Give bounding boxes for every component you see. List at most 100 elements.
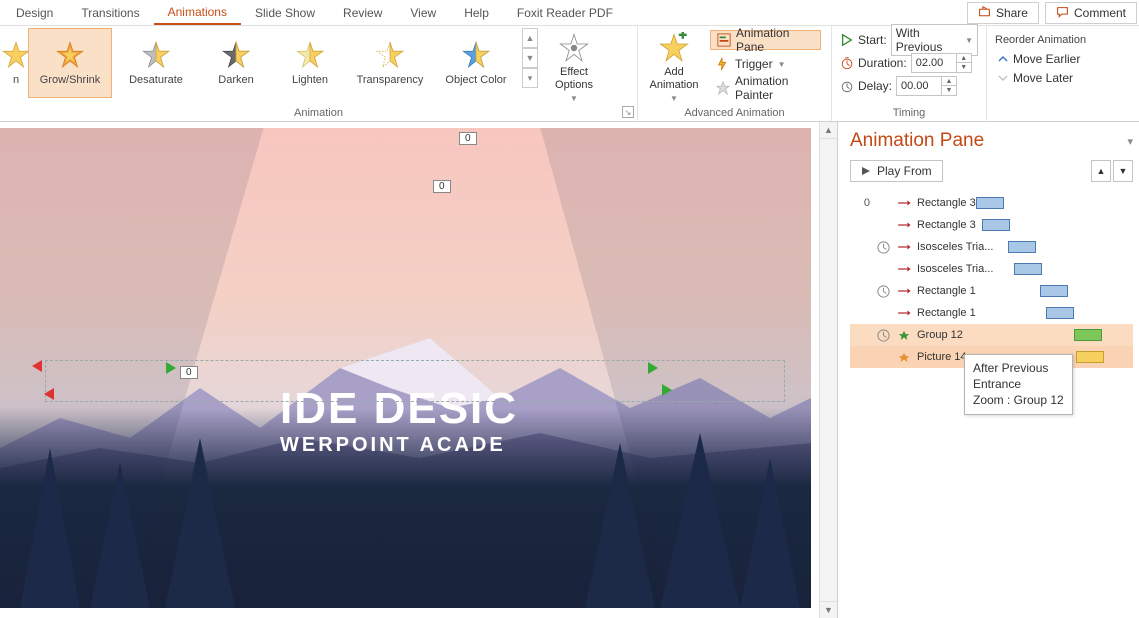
slide-canvas[interactable]: IDE DESIC WERPOINT ACADE 0 0 0: [0, 128, 811, 608]
animation-item[interactable]: Isosceles Tria...: [850, 236, 1133, 258]
animation-item-name: Group 12: [917, 329, 1003, 341]
start-label: Start:: [858, 33, 887, 47]
anim-tag-0b[interactable]: 0: [433, 180, 451, 193]
animation-pane-menu-icon[interactable]: ▾: [1127, 135, 1133, 148]
timeline-bar[interactable]: [1046, 307, 1074, 319]
painter-icon: [716, 81, 730, 95]
move-earlier-button[interactable]: Move Earlier: [995, 51, 1119, 67]
add-animation-button[interactable]: Add Animation ▼: [644, 28, 704, 98]
tab-review[interactable]: Review: [329, 2, 396, 24]
comment-button[interactable]: Comment: [1045, 2, 1137, 24]
start-select[interactable]: With Previous▼: [891, 24, 978, 56]
anim-tag-0c[interactable]: 0: [180, 366, 198, 379]
tab-slideshow[interactable]: Slide Show: [241, 2, 329, 24]
tab-animations[interactable]: Animations: [154, 1, 241, 25]
animation-item[interactable]: Rectangle 3: [850, 214, 1133, 236]
ribbon-tabs: Design Transitions Animations Slide Show…: [0, 0, 1139, 26]
comment-icon: [1056, 6, 1069, 19]
play-from-button[interactable]: Play From: [850, 160, 943, 182]
effect-options-button[interactable]: Effect Options ▼: [540, 28, 608, 98]
timeline-bar[interactable]: [1014, 263, 1042, 275]
animation-item[interactable]: 0Rectangle 3: [850, 192, 1133, 214]
gallery-item-lighten[interactable]: Lighten: [274, 28, 346, 98]
duration-stepper[interactable]: ▲▼: [911, 53, 972, 73]
tab-view[interactable]: View: [396, 2, 450, 24]
selection-box[interactable]: [45, 360, 785, 402]
gallery-item-desaturate[interactable]: Desaturate: [114, 28, 198, 98]
vertical-scrollbar[interactable]: ▲ ▼: [819, 122, 837, 618]
animation-item-name: Rectangle 1: [917, 307, 1003, 319]
tab-transitions[interactable]: Transitions: [67, 2, 153, 24]
animation-item-name: Rectangle 1: [917, 285, 1003, 297]
slide-editor[interactable]: IDE DESIC WERPOINT ACADE 0 0 0: [0, 122, 819, 618]
trigger-icon: [716, 57, 730, 71]
animation-tooltip: After Previous Entrance Zoom : Group 12: [964, 354, 1073, 415]
gallery-item-darken[interactable]: Darken: [200, 28, 272, 98]
chevron-down-icon: [997, 72, 1009, 84]
after-previous-clock-icon: [876, 240, 891, 255]
timeline-bar[interactable]: [1074, 329, 1102, 341]
animation-pane-icon: [717, 33, 731, 47]
effect-options-icon: [558, 32, 590, 64]
group-label-timing: Timing: [838, 105, 980, 121]
after-previous-clock-icon: [876, 328, 891, 343]
tab-foxit[interactable]: Foxit Reader PDF: [503, 2, 627, 24]
tab-design[interactable]: Design: [2, 2, 67, 24]
animation-painter-button[interactable]: Animation Painter: [710, 78, 821, 98]
motion-marker-right2-icon: [662, 384, 672, 396]
tab-help[interactable]: Help: [450, 2, 503, 24]
trigger-button[interactable]: Trigger ▼: [710, 54, 821, 74]
reorder-heading: Reorder Animation: [995, 34, 1119, 46]
chevron-up-icon: [997, 53, 1009, 65]
timeline-bar[interactable]: [976, 197, 1004, 209]
animation-item[interactable]: Group 12: [850, 324, 1133, 346]
animation-item[interactable]: Rectangle 1: [850, 302, 1133, 324]
animation-item[interactable]: Isosceles Tria...: [850, 258, 1133, 280]
share-icon: [978, 6, 991, 19]
gallery-scroll[interactable]: ▲ ▼ ▾: [522, 28, 538, 88]
motion-marker-left-icon: [32, 360, 42, 372]
animation-item-name: Isosceles Tria...: [917, 263, 1003, 275]
anim-tag-0a[interactable]: 0: [459, 132, 477, 145]
workspace: IDE DESIC WERPOINT ACADE 0 0 0 ▲ ▼ Anima…: [0, 122, 1139, 618]
scroll-down-icon[interactable]: ▼: [820, 601, 837, 618]
timeline-bar[interactable]: [1008, 241, 1036, 253]
timeline-bar[interactable]: [1076, 351, 1104, 363]
gallery-scroll-down-icon[interactable]: ▼: [522, 48, 538, 68]
delay-label: Delay:: [858, 79, 892, 93]
move-later-button[interactable]: Move Later: [995, 70, 1119, 86]
animation-dialog-launcher[interactable]: ↘: [622, 106, 634, 118]
gallery-item-object-color[interactable]: Object Color: [434, 28, 518, 98]
gallery-item-transparency[interactable]: Transparency: [348, 28, 432, 98]
gallery-item-grow-shrink[interactable]: Grow/Shrink: [28, 28, 112, 98]
duration-label: Duration:: [858, 56, 907, 70]
timeline-bar[interactable]: [1040, 285, 1068, 297]
scroll-up-icon[interactable]: ▲: [820, 122, 837, 139]
ribbon: n Grow/Shrink Desaturate Darken Lighten: [0, 26, 1139, 122]
animation-list: 0Rectangle 3Rectangle 3 Isosceles Tria...…: [850, 192, 1133, 612]
seq-number: 0: [852, 197, 870, 209]
duration-clock-icon: [840, 56, 854, 70]
share-button[interactable]: Share: [967, 2, 1039, 24]
timeline-bar[interactable]: [982, 219, 1010, 231]
animation-gallery: n Grow/Shrink Desaturate Darken Lighten: [6, 28, 518, 98]
add-animation-icon: [658, 32, 690, 64]
gallery-item-prev[interactable]: n: [6, 28, 26, 98]
start-play-icon: [840, 33, 854, 47]
delay-stepper[interactable]: ▲▼: [896, 76, 957, 96]
pane-move-up-button[interactable]: ▲: [1091, 160, 1111, 182]
animation-pane-button[interactable]: Animation Pane: [710, 30, 821, 50]
motion-marker-right-icon: [648, 362, 658, 374]
pane-move-down-button[interactable]: ▼: [1113, 160, 1133, 182]
after-previous-clock-icon: [876, 284, 891, 299]
delay-clock-icon: [840, 79, 854, 93]
motion-marker-left2-icon: [44, 388, 54, 400]
group-label-advanced: Advanced Animation: [644, 105, 825, 121]
animation-item[interactable]: Rectangle 1: [850, 280, 1133, 302]
gallery-scroll-up-icon[interactable]: ▲: [522, 28, 538, 48]
animation-pane: Animation Pane ▾ Play From ▲ ▼ 0Rectangl…: [837, 122, 1139, 618]
animation-pane-title: Animation Pane: [850, 130, 984, 152]
play-icon: [861, 166, 871, 176]
animation-item-name: Isosceles Tria...: [917, 241, 1003, 253]
gallery-more-icon[interactable]: ▾: [522, 68, 538, 88]
